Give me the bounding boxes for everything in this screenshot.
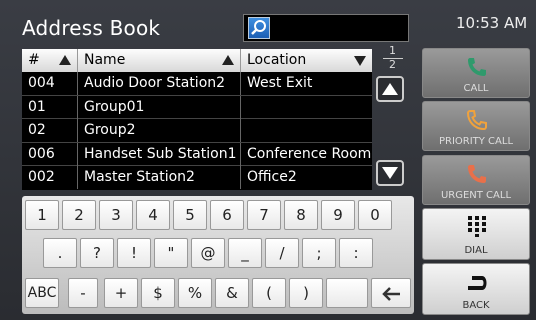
key-6[interactable]: 6 — [210, 200, 244, 230]
table-header: # Name Location — [22, 49, 372, 72]
table-row[interactable]: 02 Group2 — [22, 119, 372, 143]
page-indicator: 1 2 — [373, 44, 413, 74]
column-header-location[interactable]: Location — [241, 49, 372, 72]
dial-label: DIAL — [464, 245, 488, 256]
key-slash[interactable]: / — [265, 238, 299, 268]
key-plus[interactable]: + — [104, 278, 138, 308]
key-semicolon[interactable]: ; — [302, 238, 336, 268]
clock: 10:53 AM — [456, 14, 528, 32]
key-underscore[interactable]: _ — [228, 238, 262, 268]
search-input[interactable] — [243, 14, 409, 42]
key-5[interactable]: 5 — [173, 200, 207, 230]
key-at[interactable]: @ — [191, 238, 225, 268]
key-percent[interactable]: % — [178, 278, 212, 308]
key-3[interactable]: 3 — [99, 200, 133, 230]
dialpad-icon — [468, 216, 486, 237]
key-2[interactable]: 2 — [62, 200, 96, 230]
priority-call-button[interactable]: PRIORITY CALL — [422, 101, 530, 151]
table-row[interactable]: 006 Handset Sub Station1 Conference Room — [22, 142, 372, 167]
scroll-down-button[interactable] — [376, 160, 404, 186]
arrow-down-icon — [382, 167, 398, 179]
back-label: BACK — [462, 300, 490, 311]
dial-button[interactable]: DIAL — [422, 208, 530, 260]
key-colon[interactable]: : — [339, 238, 373, 268]
key-8[interactable]: 8 — [284, 200, 318, 230]
sort-descending-icon — [354, 56, 366, 66]
phone-handset-icon — [468, 165, 486, 183]
key-9[interactable]: 9 — [321, 200, 355, 230]
key-dollar[interactable]: $ — [141, 278, 175, 308]
key-4[interactable]: 4 — [136, 200, 170, 230]
phone-handset-icon — [468, 58, 486, 76]
back-arrow-icon — [468, 276, 488, 290]
key-backspace[interactable] — [371, 278, 411, 308]
urgent-call-button[interactable]: URGENT CALL — [422, 155, 530, 205]
column-header-number[interactable]: # — [22, 49, 78, 72]
phone-handset-icon — [466, 110, 487, 131]
key-close-paren[interactable]: ) — [289, 278, 323, 308]
key-7[interactable]: 7 — [247, 200, 281, 230]
key-exclamation[interactable]: ! — [117, 238, 151, 268]
backspace-arrow-icon — [382, 287, 400, 301]
call-button[interactable]: CALL — [422, 48, 530, 98]
key-quote[interactable]: " — [154, 238, 188, 268]
key-ampersand[interactable]: & — [215, 278, 249, 308]
key-space[interactable] — [326, 278, 368, 308]
scroll-up-button[interactable] — [376, 76, 404, 102]
address-list: 004 Audio Door Station2 West Exit 01 Gro… — [22, 72, 372, 190]
search-icon[interactable] — [248, 17, 270, 39]
sort-ascending-icon — [59, 55, 71, 65]
urgent-call-label: URGENT CALL — [440, 190, 512, 201]
key-period[interactable]: . — [43, 238, 77, 268]
page-total: 2 — [389, 58, 396, 71]
sort-ascending-icon — [222, 55, 234, 65]
page-title: Address Book — [22, 16, 161, 40]
call-label: CALL — [463, 83, 489, 94]
key-0[interactable]: 0 — [358, 200, 392, 230]
key-question[interactable]: ? — [80, 238, 114, 268]
table-row[interactable]: 01 Group01 — [22, 95, 372, 120]
page-current: 1 — [389, 44, 396, 57]
key-open-paren[interactable]: ( — [252, 278, 286, 308]
table-row[interactable]: 004 Audio Door Station2 West Exit — [22, 72, 372, 96]
arrow-up-icon — [382, 83, 398, 95]
column-header-name[interactable]: Name — [78, 49, 241, 72]
key-1[interactable]: 1 — [25, 200, 59, 230]
back-button[interactable]: BACK — [422, 263, 530, 315]
priority-call-label: PRIORITY CALL — [438, 136, 514, 147]
key-minus[interactable]: - — [68, 278, 98, 308]
key-abc-mode[interactable]: ABC — [25, 278, 59, 308]
table-row[interactable]: 002 Master Station2 Office2 — [22, 166, 372, 190]
